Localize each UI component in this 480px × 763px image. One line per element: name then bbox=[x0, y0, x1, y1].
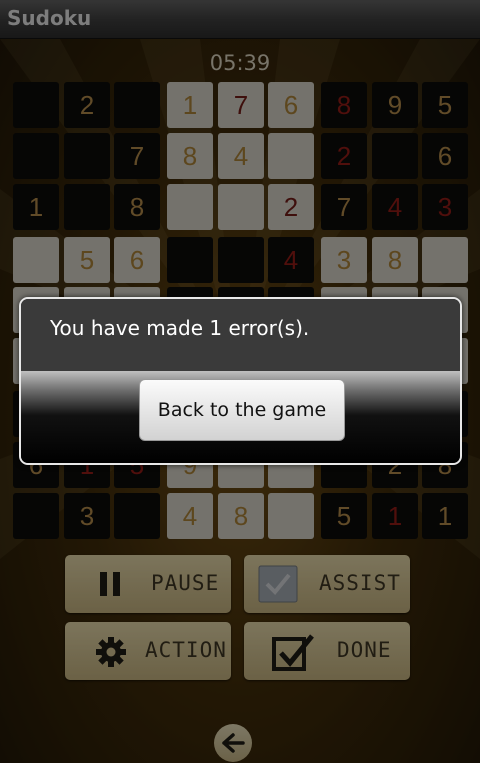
error-dialog: You have made 1 error(s). Back to the ga… bbox=[19, 297, 462, 465]
dialog-message-area: You have made 1 error(s). bbox=[21, 299, 460, 371]
dialog-message: You have made 1 error(s). bbox=[50, 316, 310, 340]
back-to-game-button[interactable]: Back to the game bbox=[139, 379, 345, 441]
dialog-button-area: Back to the game bbox=[21, 371, 460, 463]
